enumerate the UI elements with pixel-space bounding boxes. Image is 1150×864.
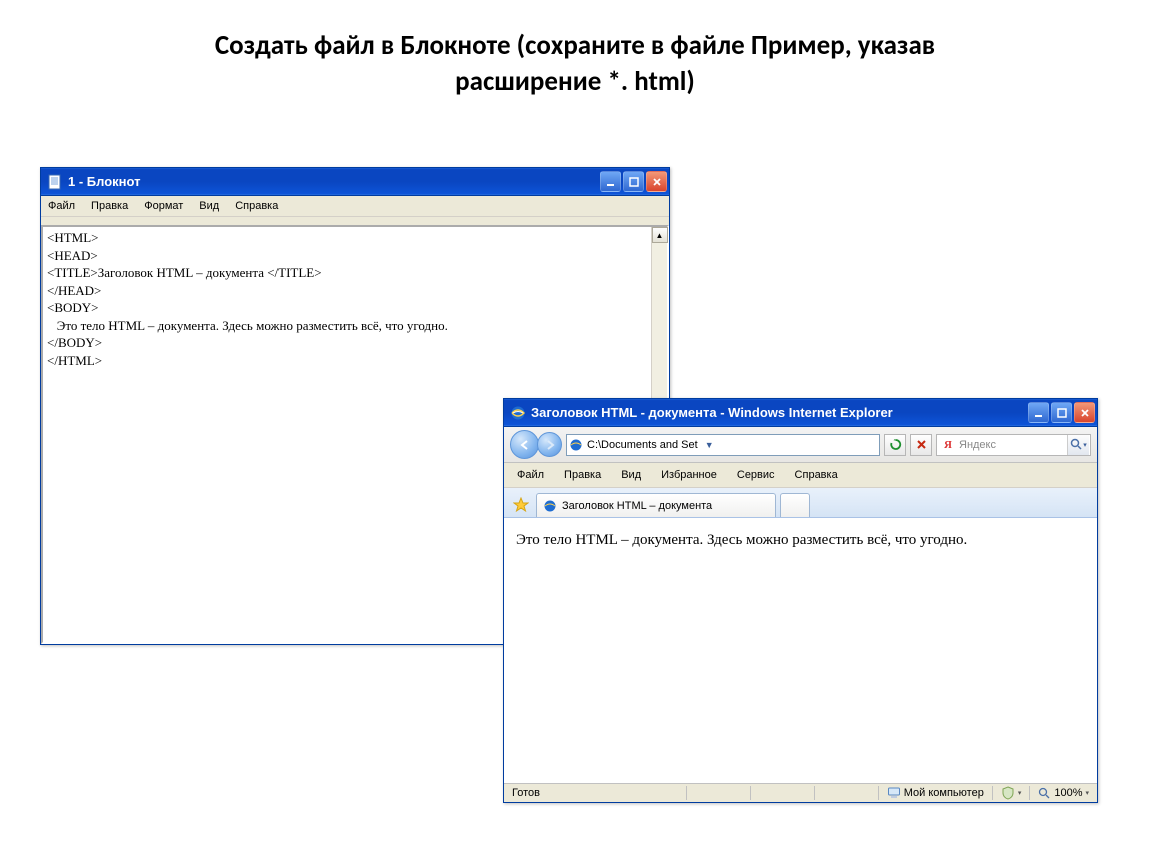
minimize-button[interactable] bbox=[1028, 402, 1049, 423]
address-dropdown-icon[interactable]: ▼ bbox=[702, 436, 717, 454]
yandex-icon: Я bbox=[941, 438, 955, 452]
tab-label: Заголовок HTML – документа bbox=[562, 500, 712, 512]
minimize-button[interactable] bbox=[600, 171, 621, 192]
stop-button[interactable] bbox=[910, 434, 932, 456]
menu-help[interactable]: Справка bbox=[232, 198, 281, 214]
notepad-title: 1 - Блокнот bbox=[68, 174, 600, 189]
ie-title: Заголовок HTML - документа - Windows Int… bbox=[531, 405, 1028, 420]
page-title-line1: Создать файл в Блокноте (сохраните в фай… bbox=[215, 29, 935, 62]
menu-help[interactable]: Справка bbox=[792, 467, 841, 483]
menu-view[interactable]: Вид bbox=[196, 198, 222, 214]
page-title-line2: расширение *. html) bbox=[455, 65, 695, 98]
back-button[interactable] bbox=[510, 430, 539, 459]
zoom-value: 100% bbox=[1054, 787, 1082, 799]
menu-favorites[interactable]: Избранное bbox=[658, 467, 720, 483]
maximize-button[interactable] bbox=[623, 171, 644, 192]
menu-edit[interactable]: Правка bbox=[561, 467, 604, 483]
page-title: Создать файл в Блокноте (сохраните в фай… bbox=[0, 0, 1150, 101]
forward-button[interactable] bbox=[537, 432, 562, 457]
search-hint: Яндекс bbox=[959, 439, 996, 451]
status-ready: Готов bbox=[508, 784, 544, 802]
ie-page-body: Это тело HTML – документа. Здесь можно р… bbox=[504, 518, 1097, 783]
computer-icon bbox=[887, 786, 901, 800]
menu-view[interactable]: Вид bbox=[618, 467, 644, 483]
close-button[interactable] bbox=[1074, 402, 1095, 423]
address-bar[interactable]: C:\Documents and Set ▼ bbox=[566, 434, 880, 456]
status-zone: Мой компьютер bbox=[883, 784, 988, 802]
status-zone-text: Мой компьютер bbox=[904, 787, 984, 799]
close-button[interactable] bbox=[646, 171, 667, 192]
notepad-titlebar[interactable]: 1 - Блокнот bbox=[41, 168, 669, 196]
ie-tab-bar: Заголовок HTML – документа bbox=[504, 488, 1097, 518]
new-tab-button[interactable] bbox=[780, 493, 810, 517]
protected-mode-icon[interactable]: ▾ bbox=[997, 784, 1026, 802]
zoom-control[interactable]: 100% ▾ bbox=[1034, 784, 1093, 802]
ie-page-icon bbox=[569, 438, 583, 452]
address-text: C:\Documents and Set bbox=[587, 439, 698, 451]
ie-titlebar[interactable]: Заголовок HTML - документа - Windows Int… bbox=[504, 399, 1097, 427]
menu-format[interactable]: Формат bbox=[141, 198, 186, 214]
maximize-button[interactable] bbox=[1051, 402, 1072, 423]
refresh-button[interactable] bbox=[884, 434, 906, 456]
ie-menubar: Файл Правка Вид Избранное Сервис Справка bbox=[504, 463, 1097, 488]
status-pane bbox=[819, 784, 874, 802]
tab-favicon-icon bbox=[543, 499, 557, 513]
notepad-icon bbox=[47, 174, 63, 190]
favorites-star-icon[interactable] bbox=[510, 497, 532, 517]
ie-icon bbox=[510, 405, 526, 421]
menu-file[interactable]: Файл bbox=[45, 198, 78, 214]
status-pane bbox=[755, 784, 810, 802]
notepad-menubar: Файл Правка Формат Вид Справка bbox=[41, 196, 669, 217]
menu-edit[interactable]: Правка bbox=[88, 198, 131, 214]
page-body-text: Это тело HTML – документа. Здесь можно р… bbox=[516, 532, 967, 548]
status-pane bbox=[691, 784, 746, 802]
ie-nav-toolbar: C:\Documents and Set ▼ Я Яндекс ▾ bbox=[504, 427, 1097, 463]
scroll-up-icon[interactable]: ▲ bbox=[652, 227, 668, 243]
menu-tools[interactable]: Сервис bbox=[734, 467, 778, 483]
search-button[interactable]: ▾ bbox=[1067, 435, 1089, 455]
menu-file[interactable]: Файл bbox=[514, 467, 547, 483]
active-tab[interactable]: Заголовок HTML – документа bbox=[536, 493, 776, 517]
search-box[interactable]: Я Яндекс ▾ bbox=[936, 434, 1091, 456]
ie-window: Заголовок HTML - документа - Windows Int… bbox=[503, 398, 1098, 803]
ie-statusbar: Готов Мой компьютер ▾ 100% ▾ bbox=[504, 783, 1097, 802]
